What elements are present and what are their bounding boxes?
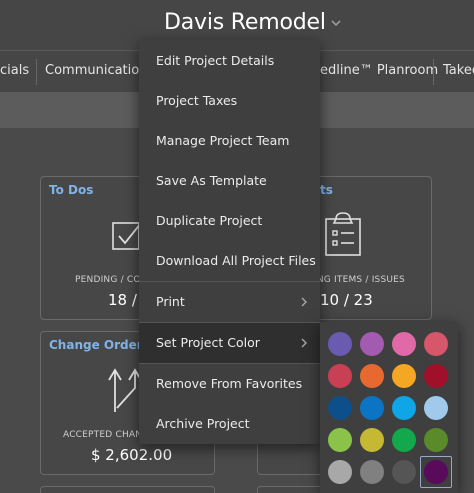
card-value: 10 / 23 — [320, 291, 373, 309]
color-swatch[interactable] — [360, 332, 384, 356]
chevron-down-icon[interactable] — [330, 18, 342, 28]
color-swatch[interactable] — [424, 428, 448, 452]
menu-item-label: Project Taxes — [156, 93, 238, 108]
color-swatch[interactable] — [392, 396, 416, 420]
color-swatch[interactable] — [328, 396, 352, 420]
card-title[interactable]: ts — [320, 183, 333, 197]
menu-item-label: Download All Project Files — [156, 253, 316, 268]
menu-item-label: Archive Project — [156, 416, 250, 431]
menu-item-remove-from-favorites[interactable]: Remove From Favorites — [139, 364, 320, 404]
card-title[interactable]: Change Orders — [49, 338, 150, 352]
menu-item-label: Print — [156, 294, 185, 309]
card-title[interactable]: To Dos — [49, 183, 93, 197]
menu-item-label: Manage Project Team — [156, 133, 290, 148]
menu-item-archive-project[interactable]: Archive Project — [139, 404, 320, 444]
color-swatch[interactable] — [360, 460, 384, 484]
card-caption: PENDING / CO — [75, 275, 141, 285]
menu-item-label: Remove From Favorites — [156, 376, 303, 391]
project-actions-menu: Edit Project Details Project Taxes Manag… — [139, 40, 320, 444]
clipboard-list-icon — [325, 212, 361, 256]
menu-item-label: Duplicate Project — [156, 213, 263, 228]
nav-item-financials[interactable]: cials — [0, 63, 29, 78]
chevron-right-icon — [301, 338, 307, 348]
menu-item-edit-project-details[interactable]: Edit Project Details — [139, 41, 320, 81]
nav-item-communication[interactable]: Communication — [45, 63, 147, 78]
menu-item-duplicate-project[interactable]: Duplicate Project — [139, 201, 320, 241]
nav-divider — [36, 59, 37, 85]
color-swatch[interactable] — [360, 396, 384, 420]
menu-item-download-all-files[interactable]: Download All Project Files — [139, 241, 320, 281]
menu-item-set-project-color[interactable]: Set Project Color — [139, 323, 320, 363]
card-value: $ 2,602.00 — [91, 446, 173, 464]
dashboard-card[interactable] — [40, 486, 215, 493]
menu-item-save-as-template[interactable]: Save As Template — [139, 161, 320, 201]
color-swatch[interactable] — [392, 428, 416, 452]
color-swatch[interactable] — [424, 332, 448, 356]
nav-divider — [433, 59, 434, 85]
color-swatch[interactable] — [424, 396, 448, 420]
color-swatch[interactable] — [392, 332, 416, 356]
card-value: 18 / — [108, 291, 137, 309]
nav-item-takeoff[interactable]: Takeo — [443, 63, 474, 78]
color-swatch[interactable] — [424, 460, 448, 484]
nav-item-planroom[interactable]: edline™ Planroom — [320, 63, 438, 78]
card-caption: ACCEPTED CHAN — [63, 430, 143, 440]
project-color-palette — [320, 322, 458, 493]
color-swatch[interactable] — [328, 332, 352, 356]
color-swatch[interactable] — [360, 364, 384, 388]
menu-item-manage-project-team[interactable]: Manage Project Team — [139, 121, 320, 161]
color-swatch[interactable] — [328, 460, 352, 484]
menu-item-print[interactable]: Print — [139, 282, 320, 322]
menu-item-project-taxes[interactable]: Project Taxes — [139, 81, 320, 121]
menu-item-label: Set Project Color — [156, 335, 260, 350]
menu-item-label: Save As Template — [156, 173, 267, 188]
color-swatch[interactable] — [424, 364, 448, 388]
color-swatch[interactable] — [392, 460, 416, 484]
color-swatch[interactable] — [328, 428, 352, 452]
chevron-right-icon — [301, 297, 307, 307]
color-swatch[interactable] — [392, 364, 416, 388]
project-title[interactable]: Davis Remodel — [164, 10, 326, 35]
menu-item-label: Edit Project Details — [156, 53, 275, 68]
card-caption: ING ITEMS / ISSUES — [314, 275, 405, 285]
color-swatch[interactable] — [360, 428, 384, 452]
color-swatch[interactable] — [328, 364, 352, 388]
